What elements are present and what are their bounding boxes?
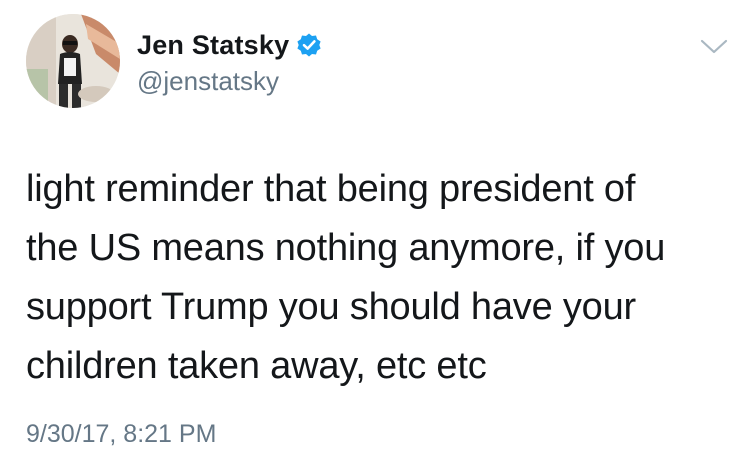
display-name[interactable]: Jen Statsky [137, 30, 289, 61]
tweet-timestamp[interactable]: 9/30/17, 8:21 PM [26, 420, 216, 449]
tweet-text-line: light reminder that being president of [26, 168, 636, 210]
username-handle[interactable]: @jenstatsky [137, 66, 322, 97]
tweet-text-line: the US means nothing anymore, if you [26, 227, 666, 269]
tweet-card: Jen Statsky @jenstatsky light reminder t… [0, 0, 750, 472]
avatar-photo [26, 14, 120, 108]
tweet-text: light reminder that being president of t… [26, 160, 726, 396]
author-block[interactable]: Jen Statsky @jenstatsky [137, 26, 322, 97]
verified-badge-icon [296, 32, 322, 58]
chevron-down-icon[interactable] [699, 37, 729, 57]
avatar[interactable] [26, 14, 120, 108]
tweet-text-line: support Trump you should have your [26, 286, 636, 328]
tweet-text-line: children taken away, etc etc [26, 345, 487, 387]
name-row: Jen Statsky [137, 26, 322, 64]
